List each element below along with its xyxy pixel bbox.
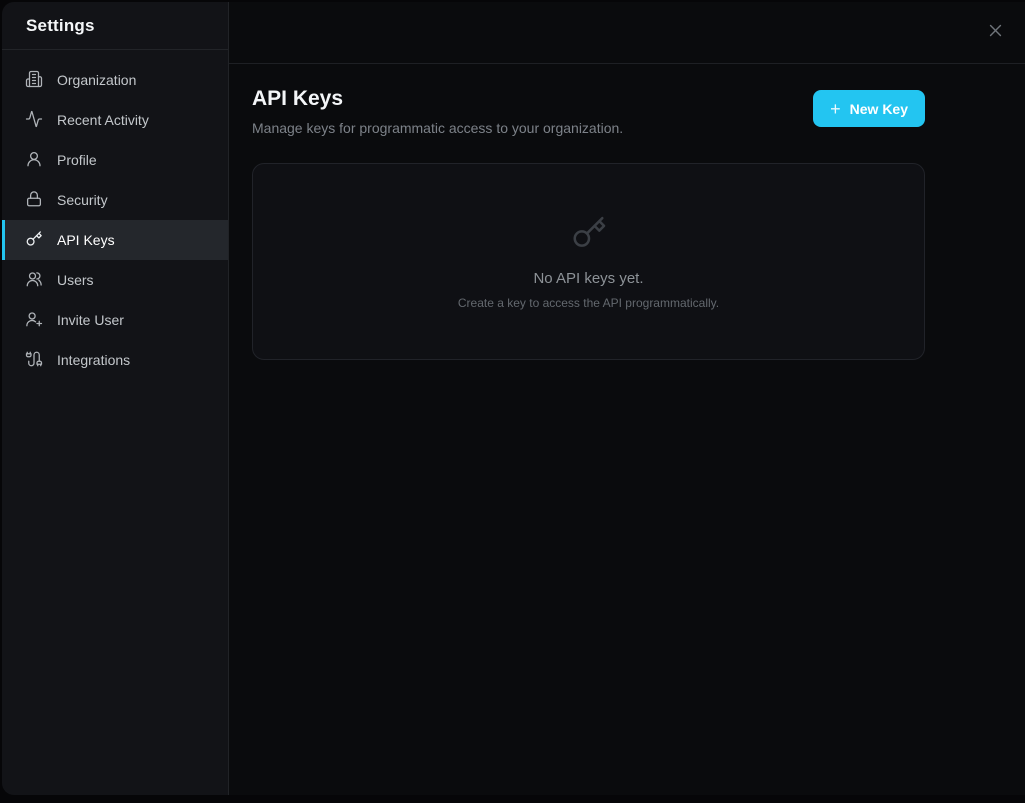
- sidebar-item-api-keys[interactable]: API Keys: [2, 220, 228, 260]
- empty-state-description: Create a key to access the API programma…: [458, 296, 719, 310]
- lock-icon: [25, 190, 43, 211]
- page-title: API Keys: [252, 87, 623, 111]
- settings-sidebar: Settings Organization: [2, 2, 229, 795]
- close-button[interactable]: [986, 23, 1004, 41]
- new-key-button[interactable]: + New Key: [813, 90, 925, 127]
- cable-icon: [25, 350, 43, 371]
- users-icon: [25, 270, 43, 291]
- user-plus-icon: [25, 310, 43, 331]
- key-icon: [570, 214, 608, 270]
- building-icon: [25, 70, 43, 91]
- close-icon: [987, 22, 1004, 42]
- page-head-row: API Keys Manage keys for programmatic ac…: [252, 87, 925, 136]
- key-icon: [25, 230, 43, 251]
- sidebar-item-organization[interactable]: Organization: [2, 60, 228, 100]
- sidebar-item-label: Integrations: [57, 352, 130, 368]
- sidebar-item-label: API Keys: [57, 232, 115, 248]
- sidebar-item-label: Recent Activity: [57, 112, 149, 128]
- sidebar-item-label: Profile: [57, 152, 97, 168]
- api-keys-empty-state: No API keys yet. Create a key to access …: [252, 163, 925, 360]
- settings-content: API Keys Manage keys for programmatic ac…: [229, 2, 1025, 795]
- sidebar-item-security[interactable]: Security: [2, 180, 228, 220]
- api-keys-panel: API Keys Manage keys for programmatic ac…: [252, 87, 925, 360]
- plus-icon: +: [830, 100, 841, 118]
- sidebar-item-label: Users: [57, 272, 94, 288]
- sidebar-item-label: Security: [57, 192, 108, 208]
- sidebar-item-label: Invite User: [57, 312, 124, 328]
- sidebar-item-integrations[interactable]: Integrations: [2, 340, 228, 380]
- sidebar-item-invite-user[interactable]: Invite User: [2, 300, 228, 340]
- sidebar-item-label: Organization: [57, 72, 136, 88]
- sidebar-title: Settings: [2, 2, 228, 50]
- content-header: [229, 2, 1025, 64]
- sidebar-item-recent-activity[interactable]: Recent Activity: [2, 100, 228, 140]
- page-subtitle: Manage keys for programmatic access to y…: [252, 120, 623, 136]
- settings-dialog: Settings Organization: [2, 2, 1025, 795]
- content-body: API Keys Manage keys for programmatic ac…: [229, 64, 1025, 360]
- page-head-text: API Keys Manage keys for programmatic ac…: [252, 87, 623, 136]
- sidebar-nav: Organization Recent Activity Profil: [2, 50, 228, 380]
- sidebar-item-users[interactable]: Users: [2, 260, 228, 300]
- activity-icon: [25, 110, 43, 131]
- empty-state-title: No API keys yet.: [533, 270, 643, 287]
- user-icon: [25, 150, 43, 171]
- sidebar-item-profile[interactable]: Profile: [2, 140, 228, 180]
- new-key-button-label: New Key: [850, 101, 908, 117]
